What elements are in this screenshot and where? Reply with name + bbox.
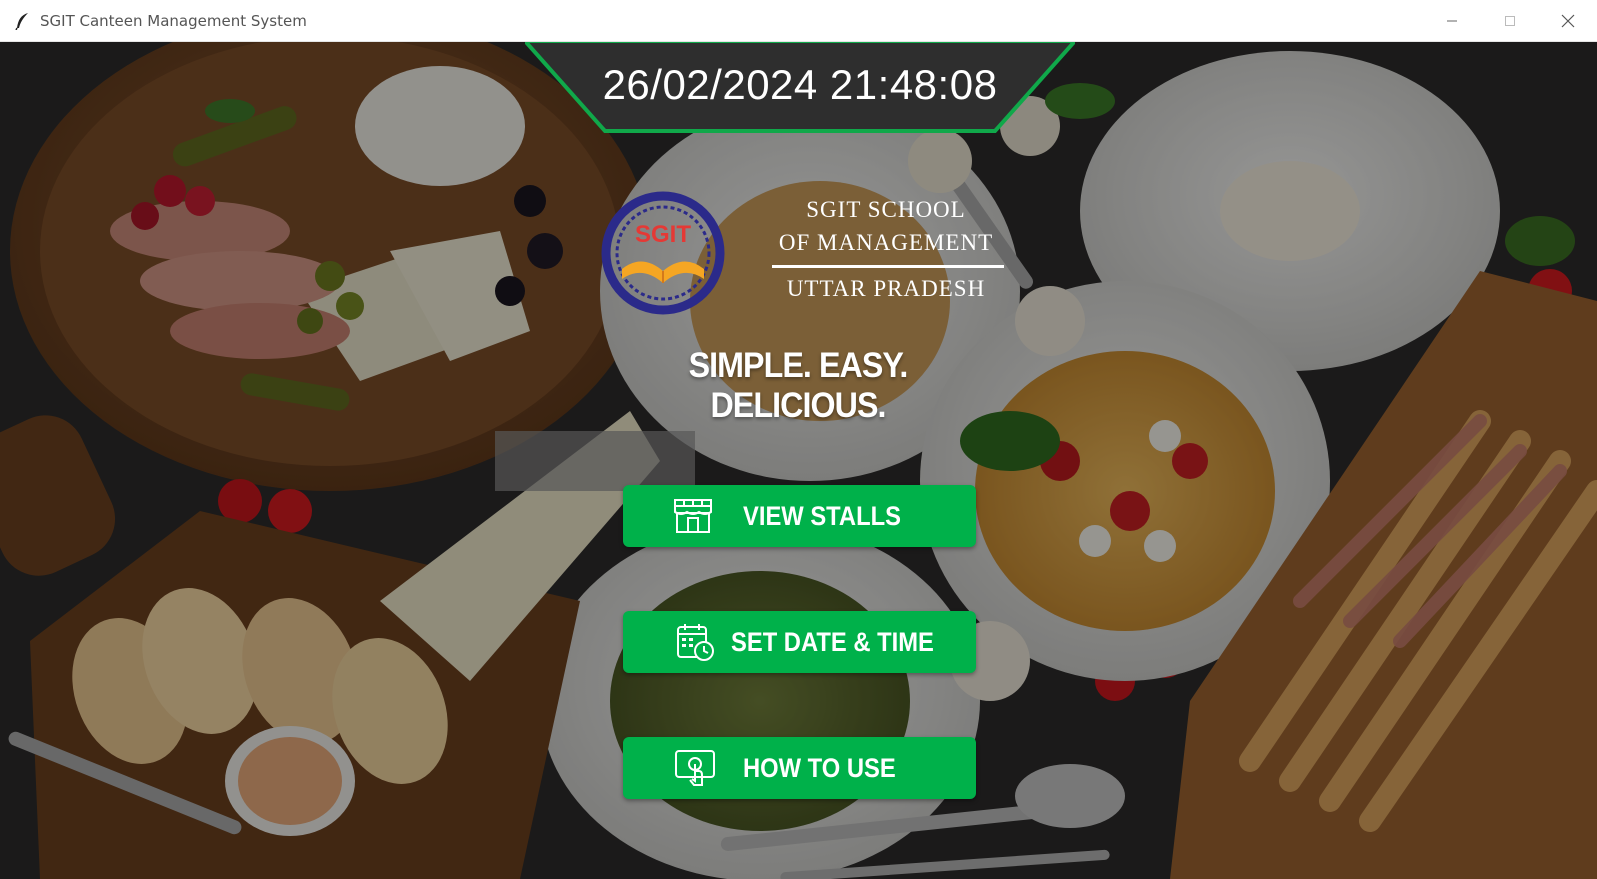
- school-location: UTTAR PRADESH: [786, 276, 986, 301]
- window-controls: [1423, 0, 1597, 41]
- how-to-use-button[interactable]: HOW TO USE: [623, 737, 976, 799]
- calendar-clock-icon: [673, 622, 717, 662]
- school-logo-block: SGIT SGIT SCHOOL OF MANAGEMENT UTTAR PRA…: [592, 191, 1012, 315]
- logo-divider: [772, 265, 1004, 268]
- app-window: SGIT Canteen Management System 26/02/202…: [0, 0, 1597, 879]
- set-date-time-label: SET DATE & TIME: [731, 626, 934, 657]
- view-stalls-label: VIEW STALLS: [743, 500, 901, 531]
- storefront-icon: [671, 496, 715, 536]
- minimize-button[interactable]: [1423, 0, 1481, 41]
- clock-datetime: 26/02/2024 21:48:08: [602, 61, 998, 108]
- feather-icon: [12, 10, 34, 32]
- close-icon: [1561, 14, 1575, 27]
- sgit-emblem-icon: SGIT: [592, 191, 734, 315]
- view-stalls-button[interactable]: VIEW STALLS: [623, 485, 976, 547]
- tagline: SIMPLE. EASY. DELICIOUS.: [688, 346, 909, 425]
- clock-panel: 26/02/2024 21:48:08: [525, 41, 1075, 133]
- set-date-time-button[interactable]: SET DATE & TIME: [623, 611, 976, 673]
- emblem-text: SGIT: [634, 221, 691, 248]
- school-name-line2: OF MANAGEMENT: [778, 230, 994, 255]
- how-to-use-label: HOW TO USE: [743, 752, 896, 783]
- title-bar[interactable]: SGIT Canteen Management System: [0, 0, 1597, 42]
- school-name-line1: SGIT SCHOOL: [806, 197, 966, 222]
- minimize-icon: [1447, 20, 1457, 21]
- close-button[interactable]: [1539, 0, 1597, 41]
- maximize-icon: [1505, 15, 1515, 26]
- window-title: SGIT Canteen Management System: [40, 11, 307, 30]
- touch-screen-icon: [673, 748, 717, 788]
- maximize-button[interactable]: [1481, 0, 1539, 41]
